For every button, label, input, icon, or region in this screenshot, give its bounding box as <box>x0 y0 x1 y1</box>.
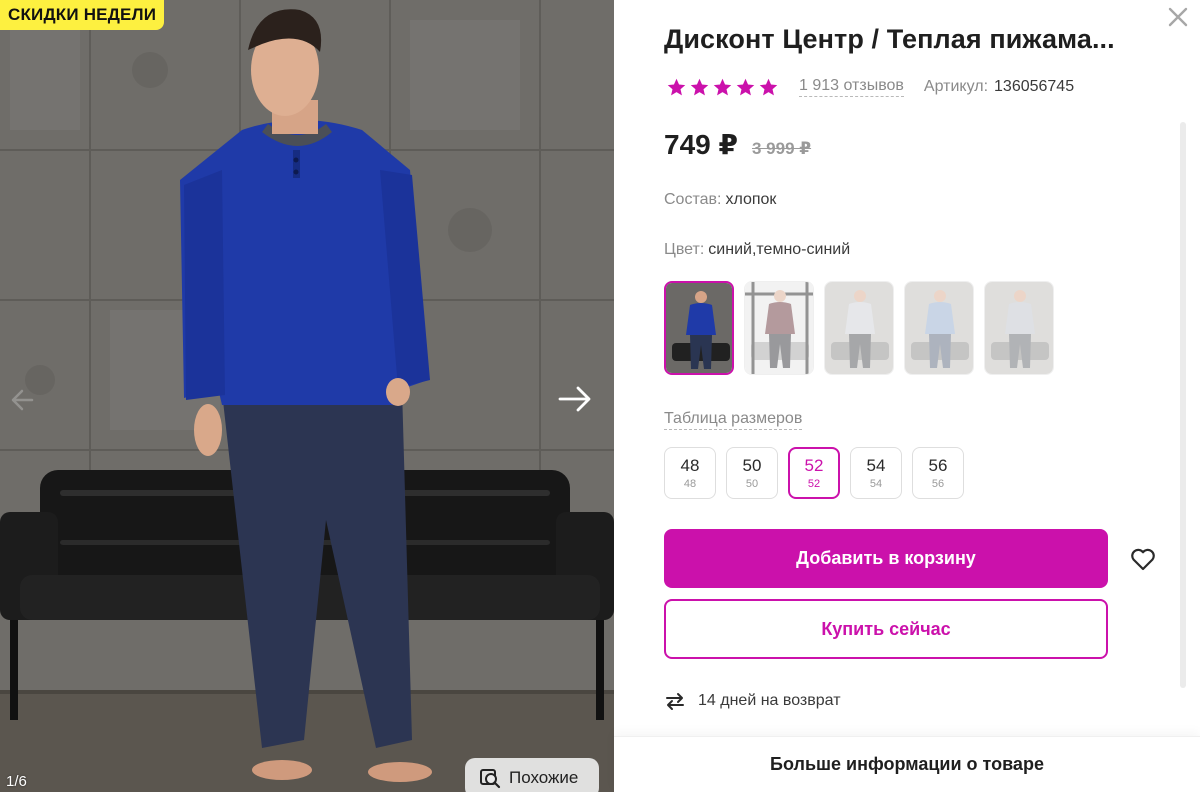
size-sublabel: 54 <box>869 477 883 490</box>
composition-value: хлопок <box>725 191 777 208</box>
size-option-48[interactable]: 48 48 <box>664 447 716 499</box>
size-sublabel: 50 <box>745 477 759 490</box>
article-label: Артикул: <box>923 78 989 95</box>
arrow-left-icon[interactable] <box>6 382 42 418</box>
star-icon <box>667 78 686 95</box>
similar-button-label: Похожие <box>509 768 579 787</box>
product-gallery: СКИДКИ НЕДЕЛИ 1/6 Похожие <box>0 0 614 792</box>
image-counter: 1/6 <box>6 773 27 790</box>
size-sublabel: 56 <box>931 477 945 490</box>
size-label: 48 <box>680 455 700 475</box>
reviews-link[interactable]: 1 913 отзывов <box>799 77 904 97</box>
similar-search-icon <box>480 769 501 789</box>
article-value: 136056745 <box>994 78 1075 95</box>
close-icon[interactable] <box>1165 4 1191 30</box>
color-variant-thumb[interactable] <box>744 281 814 375</box>
size-option-50[interactable]: 50 50 <box>726 447 778 499</box>
add-to-cart-button[interactable]: Добавить в корзину <box>664 529 1108 588</box>
color-variant-thumb[interactable] <box>904 281 974 375</box>
more-info-button[interactable]: Больше информации о товаре <box>614 736 1200 792</box>
product-photo <box>0 0 614 792</box>
variant-image <box>985 282 1053 374</box>
rating-row: 1 913 отзывов Артикул: 136056745 <box>666 74 1074 100</box>
size-label: 50 <box>742 455 762 475</box>
variant-image <box>666 283 732 373</box>
color-label: Цвет: <box>664 241 705 258</box>
variant-image <box>905 282 973 374</box>
similar-button[interactable]: Похожие <box>465 758 599 792</box>
star-icon <box>736 78 755 95</box>
star-icon <box>690 78 709 95</box>
size-sublabel: 52 <box>807 477 821 490</box>
size-option-52[interactable]: 52 52 <box>788 447 840 499</box>
size-table-link[interactable]: Таблица размеров <box>664 410 803 430</box>
buy-now-button[interactable]: Купить сейчас <box>664 599 1108 659</box>
size-selector: 48 48 50 50 52 52 54 54 56 56 <box>664 447 964 499</box>
current-price: 749 ₽ <box>664 129 738 160</box>
arrow-right-icon[interactable] <box>556 380 594 418</box>
article-number: Артикул: 136056745 <box>924 78 1074 96</box>
variant-image <box>825 282 893 374</box>
returns-info: 14 дней на возврат <box>664 690 841 712</box>
rating-stars <box>666 77 779 98</box>
size-label: 56 <box>928 455 948 475</box>
color-variant-thumb[interactable] <box>984 281 1054 375</box>
size-sublabel: 48 <box>683 477 697 490</box>
size-label: 52 <box>804 455 824 475</box>
color: Цвет: синий,темно-синий <box>664 241 850 259</box>
star-icon <box>759 78 778 95</box>
star-icon <box>713 78 732 95</box>
size-option-56[interactable]: 56 56 <box>912 447 964 499</box>
product-info-panel: Дисконт Центр / Теплая пижама... 1 913 о… <box>614 0 1200 792</box>
heart-icon[interactable] <box>1129 545 1157 573</box>
color-variant-list <box>664 281 1054 375</box>
product-title: Дисконт Центр / Теплая пижама... <box>664 24 1115 54</box>
discount-badge: СКИДКИ НЕДЕЛИ <box>0 0 165 30</box>
price-row: 749 ₽ 3 999 ₽ <box>664 128 811 161</box>
variant-image <box>745 282 813 374</box>
returns-label: 14 дней на возврат <box>698 692 841 709</box>
scrollbar[interactable] <box>1180 122 1186 688</box>
size-option-54[interactable]: 54 54 <box>850 447 902 499</box>
color-variant-thumb[interactable] <box>824 281 894 375</box>
old-price: 3 999 ₽ <box>751 139 812 158</box>
size-label: 54 <box>866 455 886 475</box>
composition: Состав: хлопок <box>664 191 776 209</box>
color-variant-thumb[interactable] <box>664 281 734 375</box>
composition-label: Состав: <box>664 191 722 208</box>
color-value: синий,темно-синий <box>708 241 851 258</box>
return-arrows-icon <box>666 693 684 710</box>
